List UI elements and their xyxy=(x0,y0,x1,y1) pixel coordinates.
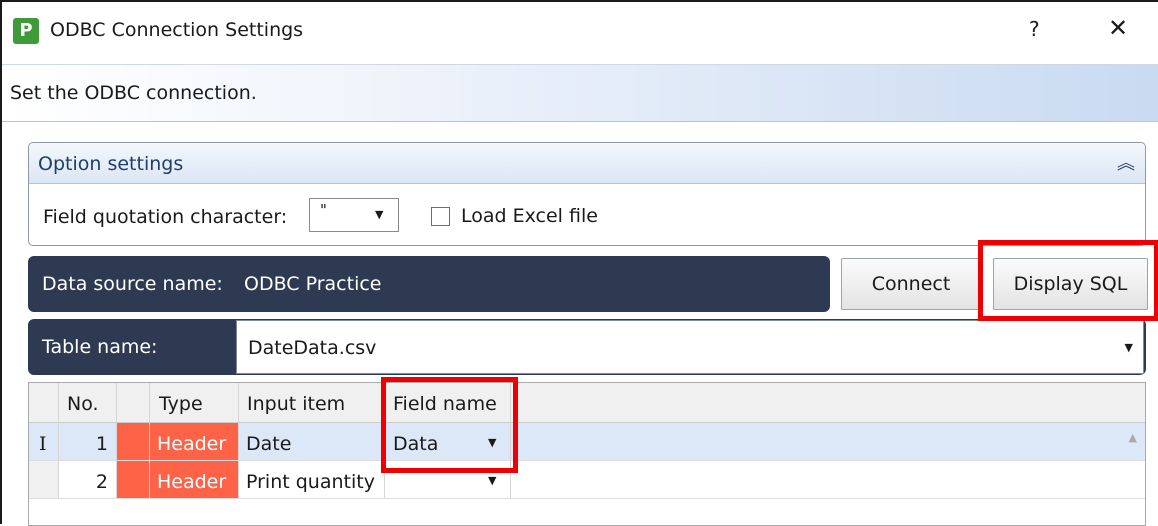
column-header-type[interactable]: Type xyxy=(150,383,239,422)
input-item-cell: Date xyxy=(239,423,385,460)
no-cell: 2 xyxy=(59,461,117,498)
input-item-value: Print quantity xyxy=(246,471,375,493)
data-source-bar: Data source name: ODBC Practice xyxy=(28,256,830,312)
table-row[interactable]: I 1 Header Date Data ▼ ▲ xyxy=(29,423,1145,461)
scroll-up-icon[interactable]: ▲ xyxy=(1129,431,1137,444)
display-sql-button[interactable]: Display SQL xyxy=(993,258,1148,310)
field-mapping-grid: No. Type Input item Field name I 1 Heade… xyxy=(28,382,1146,526)
table-name-label: Table name: xyxy=(42,336,158,358)
field-quotation-label: Field quotation character: xyxy=(43,206,288,228)
data-source-value: ODBC Practice xyxy=(244,273,382,295)
type-value: Header xyxy=(157,433,227,455)
load-excel-checkbox[interactable] xyxy=(431,207,450,226)
column-header-input-item-label: Input item xyxy=(247,393,346,415)
chevron-down-icon: ▼ xyxy=(375,208,384,221)
type-cell: Header xyxy=(150,461,239,498)
load-excel-label-text: Load Excel file xyxy=(461,205,598,227)
chevron-down-icon: ▼ xyxy=(488,436,497,449)
title-bar: P ODBC Connection Settings ? ✕ xyxy=(2,2,1158,64)
table-name-value: DateData.csv xyxy=(248,337,377,359)
color-cell xyxy=(117,423,150,460)
row-indicator-cell: I xyxy=(29,423,59,460)
field-quotation-select[interactable]: " ▼ xyxy=(309,198,399,232)
input-item-value: Date xyxy=(246,433,292,455)
chevron-down-icon: ▼ xyxy=(1124,341,1133,354)
chevron-down-icon: ▼ xyxy=(488,474,497,487)
column-header-color[interactable] xyxy=(117,383,150,422)
no-cell: 1 xyxy=(59,423,117,460)
column-header-type-label: Type xyxy=(159,393,203,415)
field-name-value: Data xyxy=(393,433,439,455)
column-header-input-item[interactable]: Input item xyxy=(239,383,385,422)
instruction-text: Set the ODBC connection. xyxy=(10,82,257,104)
color-cell xyxy=(117,461,150,498)
odbc-connection-dialog: P ODBC Connection Settings ? ✕ Set the O… xyxy=(0,0,1158,526)
header-indicator-cell xyxy=(29,383,59,422)
close-button[interactable]: ✕ xyxy=(1108,14,1128,42)
table-row[interactable]: 2 Header Print quantity ▼ xyxy=(29,461,1145,499)
column-header-field-name-label: Field name xyxy=(393,393,497,415)
option-settings-header[interactable]: Option settings ︽ xyxy=(29,143,1145,184)
column-header-field-name[interactable]: Field name xyxy=(385,383,511,422)
row-indicator: I xyxy=(39,433,47,455)
load-excel-label: Load Excel file xyxy=(461,205,598,227)
option-settings-title: Option settings xyxy=(38,153,184,175)
row-number: 2 xyxy=(95,471,108,493)
input-item-cell: Print quantity xyxy=(239,461,385,498)
help-button[interactable]: ? xyxy=(1029,17,1040,41)
row-number: 1 xyxy=(95,433,108,455)
type-value: Header xyxy=(157,471,227,493)
table-name-bar: Table name: DateData.csv ▼ xyxy=(28,319,1146,375)
column-header-no-label: No. xyxy=(67,393,99,415)
app-icon: P xyxy=(13,18,39,44)
grid-header: No. Type Input item Field name xyxy=(29,383,1145,423)
chevron-double-up-icon[interactable]: ︽ xyxy=(1117,149,1135,175)
row-indicator-cell xyxy=(29,461,59,498)
table-name-select[interactable]: DateData.csv ▼ xyxy=(236,320,1144,374)
data-source-label: Data source name: xyxy=(42,273,223,295)
connect-button[interactable]: Connect xyxy=(841,258,981,310)
type-cell: Header xyxy=(150,423,239,460)
field-name-select[interactable]: ▼ xyxy=(385,461,511,498)
instruction-banner: Set the ODBC connection. xyxy=(2,64,1158,122)
option-settings-panel: Option settings ︽ Field quotation charac… xyxy=(28,142,1146,246)
field-name-select[interactable]: Data ▼ xyxy=(385,423,511,460)
column-header-no[interactable]: No. xyxy=(59,383,117,422)
window-title: ODBC Connection Settings xyxy=(50,19,304,41)
field-quotation-value: " xyxy=(320,201,327,219)
